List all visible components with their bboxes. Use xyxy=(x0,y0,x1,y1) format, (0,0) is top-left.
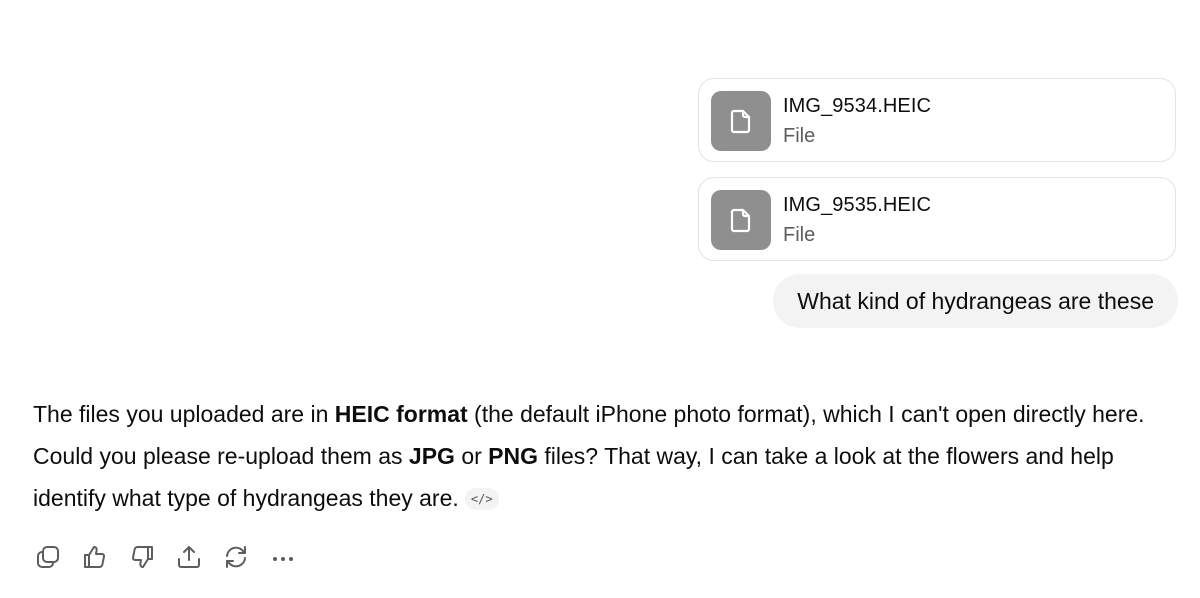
regenerate-icon xyxy=(226,546,246,568)
answer-bold-jpg: JPG xyxy=(408,443,455,469)
share-icon xyxy=(178,546,200,568)
attachment-name: IMG_9534.HEIC xyxy=(783,95,932,117)
thumbs-up-icon xyxy=(84,546,106,568)
thumbs-up-button[interactable] xyxy=(80,542,110,572)
copy-button[interactable] xyxy=(33,542,63,572)
attachment-name: IMG_9535.HEIC xyxy=(783,194,932,216)
attachment-type: File xyxy=(783,125,816,147)
assistant-message: The files you uploaded are in HEIC forma… xyxy=(33,393,1183,519)
thumbs-down-icon xyxy=(131,546,153,568)
answer-bold-heic: HEIC format xyxy=(334,401,468,427)
file-icon xyxy=(730,109,751,134)
more-button[interactable] xyxy=(268,542,298,572)
more-icon xyxy=(273,557,293,561)
thumbs-down-button[interactable] xyxy=(127,542,157,572)
message-actions xyxy=(33,542,315,572)
code-chip[interactable]: </> xyxy=(464,488,499,510)
user-message-bubble: What kind of hydrangeas are these xyxy=(773,274,1178,328)
answer-text: or xyxy=(454,443,489,469)
answer-bold-png: PNG xyxy=(488,443,539,469)
copy-icon xyxy=(37,546,59,568)
file-thumbnail xyxy=(711,91,771,151)
attachment-card[interactable]: IMG_9535.HEIC File xyxy=(698,177,1176,261)
share-button[interactable] xyxy=(174,542,204,572)
attachment-card[interactable]: IMG_9534.HEIC File xyxy=(698,78,1176,162)
attachment-type: File xyxy=(783,224,816,246)
answer-text: The files you uploaded are in xyxy=(33,401,335,427)
regenerate-button[interactable] xyxy=(221,542,251,572)
file-icon xyxy=(730,208,751,233)
file-thumbnail xyxy=(711,190,771,250)
